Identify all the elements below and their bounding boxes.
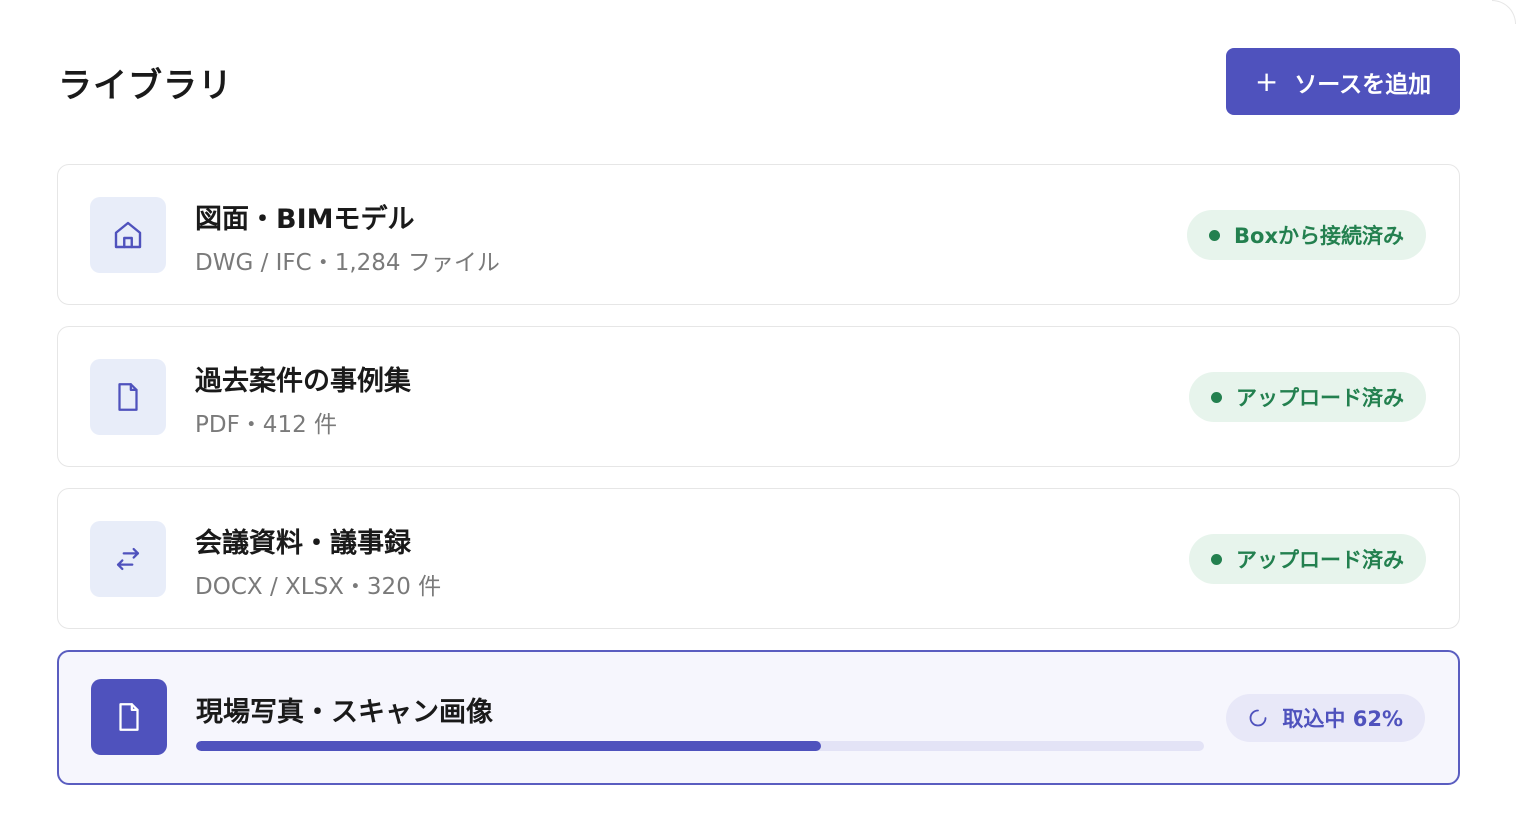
- source-name: 過去案件の事例集: [195, 366, 411, 397]
- status-label: アップロード済み: [1236, 548, 1404, 572]
- source-name: 図面・BIMモデル: [195, 204, 415, 235]
- status-label: 取込中 62%: [1282, 707, 1403, 731]
- status-dot-icon: [1211, 391, 1222, 403]
- add-source-label: ソースを追加: [1294, 71, 1432, 98]
- source-name: 現場写真・スキャン画像: [196, 697, 493, 728]
- source-card-site-photos[interactable]: 現場写真・スキャン画像 取込中 62%: [57, 650, 1460, 785]
- source-meta: DOCX / XLSX・320 件: [195, 574, 442, 600]
- source-name: 会議資料・議事録: [195, 528, 411, 559]
- window-corner: [1492, 0, 1516, 24]
- source-meta: DWG / IFC・1,284 ファイル: [195, 250, 500, 276]
- import-progress-bar: [196, 741, 1204, 751]
- plus-icon: +: [1254, 64, 1279, 98]
- source-card-meeting-docs[interactable]: 会議資料・議事録 DOCX / XLSX・320 件 アップロード済み: [57, 488, 1460, 629]
- add-source-button[interactable]: + ソースを追加: [1226, 48, 1460, 115]
- spinner-icon: [1250, 709, 1267, 727]
- sync-arrows-icon: [90, 521, 166, 597]
- source-meta: PDF・412 件: [195, 412, 338, 438]
- status-label: Boxから接続済み: [1234, 224, 1404, 248]
- status-badge: 取込中 62%: [1226, 694, 1425, 742]
- status-badge: Boxから接続済み: [1187, 210, 1426, 260]
- status-badge: アップロード済み: [1189, 534, 1426, 584]
- document-icon: [91, 679, 167, 755]
- status-label: アップロード済み: [1236, 386, 1404, 410]
- source-card-case-studies[interactable]: 過去案件の事例集 PDF・412 件 アップロード済み: [57, 326, 1460, 467]
- status-badge: アップロード済み: [1189, 372, 1426, 422]
- library-page: ライブラリ + ソースを追加 図面・BIMモデル DWG / IFC・1,284…: [0, 0, 1516, 834]
- status-dot-icon: [1209, 229, 1221, 241]
- import-progress-fill: [196, 741, 821, 751]
- document-icon: [90, 359, 166, 435]
- status-dot-icon: [1211, 553, 1222, 565]
- source-card-drawings[interactable]: 図面・BIMモデル DWG / IFC・1,284 ファイル Boxから接続済み: [57, 164, 1460, 305]
- page-title: ライブラリ: [58, 66, 233, 106]
- home-icon: [90, 197, 166, 273]
